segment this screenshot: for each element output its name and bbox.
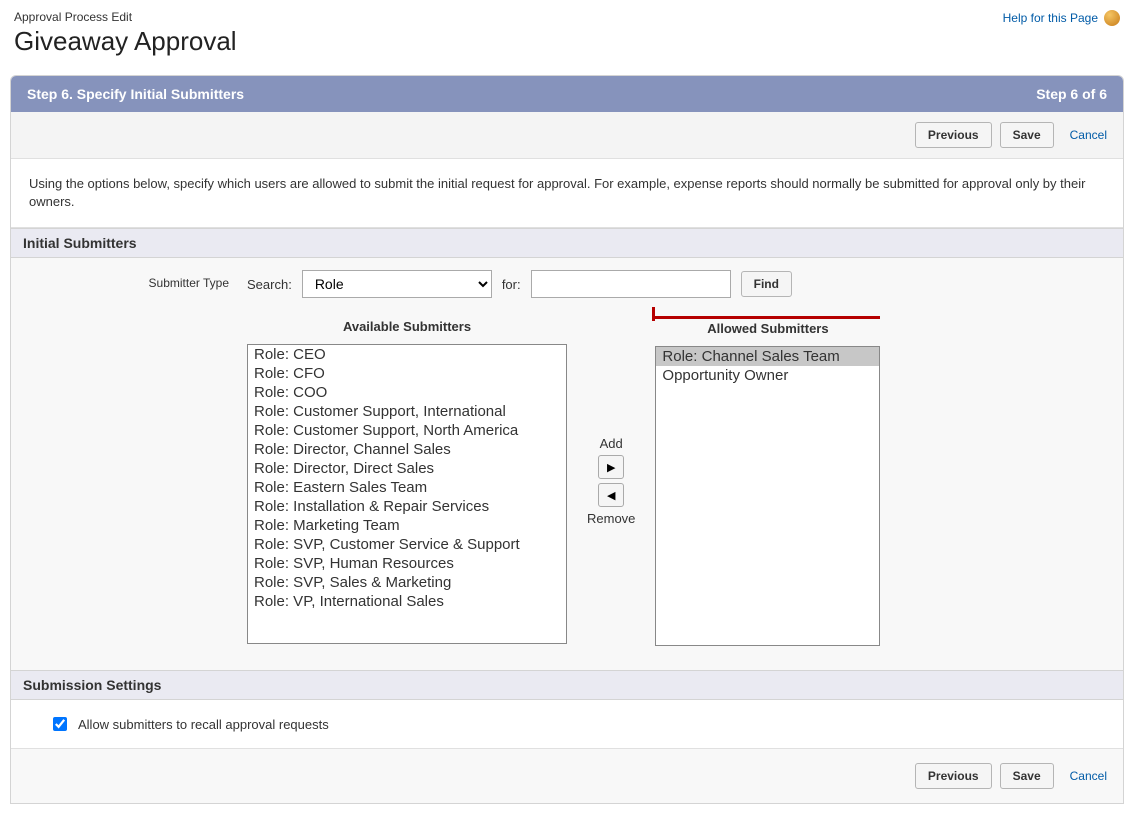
- list-item[interactable]: Role: Channel Sales Team: [656, 347, 879, 366]
- list-item[interactable]: Role: COO: [248, 383, 566, 402]
- button-bar-top: Previous Save Cancel: [11, 112, 1123, 159]
- wizard-panel: Step 6. Specify Initial Submitters Step …: [10, 75, 1124, 804]
- available-title: Available Submitters: [343, 319, 471, 334]
- recall-checkbox-row[interactable]: Allow submitters to recall approval requ…: [49, 714, 1085, 734]
- initial-submitters-body: Submitter Type Search: Role for: Find Av…: [11, 258, 1123, 670]
- search-type-select[interactable]: Role: [302, 270, 492, 298]
- arrow-left-icon: ◀: [607, 489, 615, 502]
- list-item[interactable]: Role: CFO: [248, 364, 566, 383]
- step-header: Step 6. Specify Initial Submitters Step …: [11, 76, 1123, 112]
- list-item[interactable]: Role: SVP, Human Resources: [248, 554, 566, 573]
- instructions-text: Using the options below, specify which u…: [11, 159, 1123, 228]
- search-for-input[interactable]: [531, 270, 731, 298]
- cancel-link[interactable]: Cancel: [1070, 128, 1107, 142]
- list-item[interactable]: Role: CEO: [248, 345, 566, 364]
- help-link[interactable]: Help for this Page: [1003, 10, 1120, 26]
- remove-label: Remove: [587, 511, 635, 526]
- list-item[interactable]: Role: Customer Support, International: [248, 402, 566, 421]
- save-button-bottom[interactable]: Save: [1000, 763, 1054, 789]
- list-item[interactable]: Role: Customer Support, North America: [248, 421, 566, 440]
- step-counter: Step 6 of 6: [1036, 86, 1107, 102]
- step-title: Step 6. Specify Initial Submitters: [27, 86, 244, 102]
- submission-settings-body: Allow submitters to recall approval requ…: [11, 700, 1123, 748]
- list-item[interactable]: Role: Eastern Sales Team: [248, 478, 566, 497]
- recall-label: Allow submitters to recall approval requ…: [78, 717, 329, 732]
- remove-button[interactable]: ◀: [598, 483, 624, 507]
- add-label: Add: [600, 436, 623, 451]
- duelling-picklist: Available Submitters Role: CEORole: CFOR…: [247, 316, 1105, 646]
- page-subtitle: Approval Process Edit: [14, 10, 237, 24]
- previous-button-bottom[interactable]: Previous: [915, 763, 992, 789]
- allowed-title: Allowed Submitters: [655, 321, 880, 336]
- help-icon: [1104, 10, 1120, 26]
- page-header: Approval Process Edit Giveaway Approval …: [10, 10, 1124, 57]
- list-item[interactable]: Role: Director, Direct Sales: [248, 459, 566, 478]
- section-initial-submitters: Initial Submitters: [11, 228, 1123, 258]
- search-label: Search:: [247, 277, 292, 292]
- list-item[interactable]: Role: Director, Channel Sales: [248, 440, 566, 459]
- list-item[interactable]: Role: VP, International Sales: [248, 592, 566, 611]
- list-item[interactable]: Opportunity Owner: [656, 366, 879, 385]
- help-link-text: Help for this Page: [1003, 11, 1098, 25]
- list-item[interactable]: Role: SVP, Sales & Marketing: [248, 573, 566, 592]
- allowed-listbox[interactable]: Role: Channel Sales TeamOpportunity Owne…: [655, 346, 880, 646]
- find-button[interactable]: Find: [741, 271, 792, 297]
- section-submission-settings: Submission Settings: [11, 670, 1123, 700]
- add-button[interactable]: ▶: [598, 455, 624, 479]
- list-item[interactable]: Role: Marketing Team: [248, 516, 566, 535]
- previous-button[interactable]: Previous: [915, 122, 992, 148]
- available-listbox[interactable]: Role: CEORole: CFORole: COORole: Custome…: [247, 344, 567, 644]
- list-item[interactable]: Role: Installation & Repair Services: [248, 497, 566, 516]
- submitter-type-label: Submitter Type: [29, 270, 229, 290]
- button-bar-bottom: Previous Save Cancel: [11, 748, 1123, 803]
- page-title: Giveaway Approval: [14, 26, 237, 57]
- save-button[interactable]: Save: [1000, 122, 1054, 148]
- for-label: for:: [502, 277, 521, 292]
- list-item[interactable]: Role: SVP, Customer Service & Support: [248, 535, 566, 554]
- cancel-link-bottom[interactable]: Cancel: [1070, 769, 1107, 783]
- arrow-right-icon: ▶: [607, 461, 615, 474]
- recall-checkbox[interactable]: [53, 717, 67, 731]
